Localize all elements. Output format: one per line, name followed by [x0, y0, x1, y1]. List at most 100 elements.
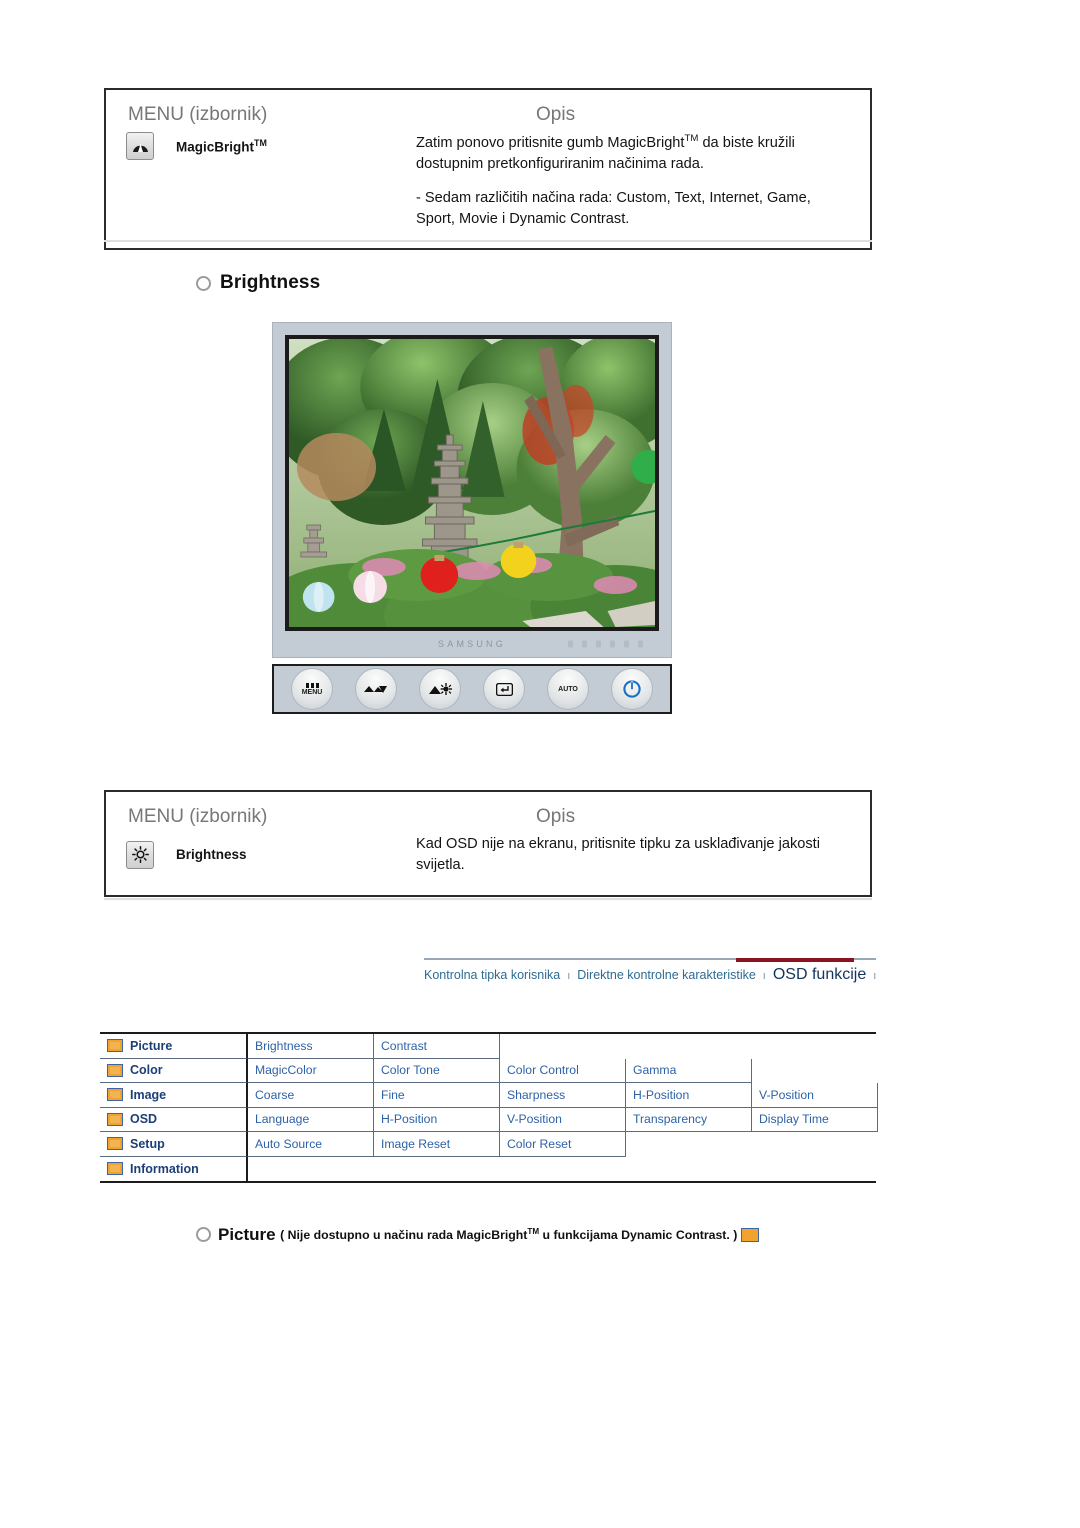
divider-rule-2 — [104, 898, 872, 900]
table-header-row: MENU (izbornik) Opis — [106, 90, 870, 132]
sun-icon — [126, 840, 154, 869]
image-icon — [107, 1088, 123, 1102]
osd-item[interactable]: Gamma — [626, 1058, 752, 1083]
table-row: OSD Language H-Position V-Position Trans… — [100, 1107, 878, 1132]
osd-item[interactable]: Display Time — [752, 1107, 878, 1132]
table-row: MagicBrightTM Zatim ponovo pritisnite gu… — [106, 132, 870, 248]
enter-button[interactable] — [483, 668, 525, 710]
power-icon — [623, 680, 641, 698]
osd-category-information[interactable]: Information — [100, 1156, 248, 1181]
osd-item[interactable]: Color Tone — [374, 1058, 500, 1083]
monitor-led-indicators — [568, 640, 643, 648]
brightness-label: Brightness — [176, 847, 247, 863]
section-title: Brightness — [220, 272, 321, 293]
osd-category-picture[interactable]: Picture — [100, 1034, 248, 1059]
table-row: Brightness Kad OSD nije na ekranu, priti… — [106, 834, 870, 895]
osd-item[interactable]: MagicColor — [248, 1058, 374, 1083]
picture-icon — [107, 1039, 123, 1053]
brightness-section-heading: Brightness — [196, 272, 320, 294]
osd-category-label: Color — [130, 1063, 163, 1078]
monitor-bezel: SAMSUNG — [272, 322, 672, 658]
enter-icon — [495, 682, 513, 696]
brightness-menu-table: MENU (izbornik) Opis Brightness Kad OSD … — [104, 790, 872, 898]
osd-category-label: Picture — [130, 1038, 173, 1053]
osd-item[interactable]: H-Position — [626, 1083, 752, 1108]
brightness-button[interactable] — [419, 668, 461, 710]
brightness-description: Kad OSD nije na ekranu, pritisnite tipku… — [416, 836, 820, 873]
osd-item[interactable]: Coarse — [248, 1083, 374, 1108]
osd-item[interactable]: Brightness — [248, 1034, 374, 1059]
picture-note-title: Picture — [218, 1225, 276, 1244]
bullet-icon — [196, 275, 211, 291]
osd-feature-table: Picture Brightness Contrast Color MagicC… — [100, 1032, 878, 1183]
osd-item[interactable]: H-Position — [374, 1107, 500, 1132]
osd-category-label: Image — [130, 1087, 167, 1102]
osd-empty-cell — [500, 1034, 876, 1059]
osd-item[interactable]: Contrast — [374, 1034, 500, 1059]
brightness-label-cell: Brightness — [106, 840, 416, 869]
osd-category-color[interactable]: Color — [100, 1058, 248, 1083]
monitor-brand-bar: SAMSUNG — [285, 631, 659, 657]
osd-category-osd[interactable]: OSD — [100, 1107, 248, 1132]
down-adjust-button[interactable] — [355, 668, 397, 710]
menu-column-header: MENU (izbornik) — [128, 104, 268, 125]
information-icon — [107, 1162, 123, 1176]
auto-button-label: AUTO — [558, 685, 578, 693]
osd-item[interactable]: Fine — [374, 1083, 500, 1108]
osd-item[interactable]: Language — [248, 1107, 374, 1132]
table-row: Image Coarse Fine Sharpness H-Position V… — [100, 1083, 878, 1108]
color-icon — [107, 1063, 123, 1077]
osd-category-label: OSD — [130, 1112, 158, 1127]
brightness-icon — [429, 682, 452, 695]
nav-separator: ı — [873, 970, 877, 982]
picture-note: Picture ( Nije dostupno u načinu rada Ma… — [196, 1222, 816, 1248]
samsung-logo: SAMSUNG — [438, 639, 506, 649]
nav-separator: ı — [567, 970, 571, 982]
nav-item-kontrolna-tipka-korisnika[interactable]: Kontrolna tipka korisnika — [424, 968, 560, 982]
table-header-row: MENU (izbornik) Opis — [106, 792, 870, 834]
osd-item[interactable]: Color Control — [500, 1058, 626, 1083]
magicbright-description-p1: Zatim ponovo pritisnite gumb MagicBright… — [416, 133, 795, 172]
breadcrumb-nav: Kontrolna tipka korisnika ı Direktne kon… — [424, 958, 876, 992]
table-row: Color MagicColor Color Tone Color Contro… — [100, 1058, 876, 1084]
osd-empty-cell — [752, 1059, 876, 1084]
osd-item[interactable]: V-Position — [500, 1107, 626, 1132]
menu-button[interactable]: MENU — [291, 668, 333, 710]
magicbright-description-p2: - Sedam različitih načina rada: Custom, … — [416, 190, 811, 228]
osd-icon — [107, 1112, 123, 1126]
setup-icon — [107, 1137, 123, 1151]
menu-button-label: MENU — [301, 688, 323, 696]
down-arrow-icon — [364, 685, 387, 693]
nav-item-direktne-kontrolne-karakteristike[interactable]: Direktne kontrolne karakteristike — [577, 968, 756, 982]
osd-category-image[interactable]: Image — [100, 1083, 248, 1108]
osd-item[interactable]: Transparency — [626, 1107, 752, 1132]
auto-button[interactable]: AUTO — [547, 668, 589, 710]
osd-category-setup[interactable]: Setup — [100, 1132, 248, 1157]
osd-item[interactable]: Image Reset — [374, 1132, 500, 1157]
osd-item[interactable]: Sharpness — [500, 1083, 626, 1108]
monitor-illustration: SAMSUNG MENU AUTO — [272, 322, 672, 714]
bullet-icon — [196, 1227, 211, 1243]
osd-item[interactable]: V-Position — [752, 1083, 878, 1108]
magicbright-description: Zatim ponovo pritisnite gumb MagicBright… — [416, 132, 870, 230]
osd-item[interactable]: Color Reset — [500, 1132, 626, 1157]
osd-item[interactable]: Auto Source — [248, 1132, 374, 1157]
picture-icon — [741, 1227, 760, 1242]
description-column-header: Opis — [536, 104, 576, 125]
monitor-screen — [285, 335, 659, 631]
osd-category-label: Information — [130, 1161, 199, 1176]
power-button[interactable] — [611, 668, 653, 710]
osd-category-label: Setup — [130, 1136, 165, 1151]
osd-empty-cell — [248, 1157, 876, 1182]
table-row: Information — [100, 1156, 876, 1182]
osd-empty-cell — [626, 1132, 876, 1157]
table-row: Picture Brightness Contrast — [100, 1034, 876, 1059]
magicbright-label: MagicBrightTM — [176, 137, 267, 155]
menu-column-header: MENU (izbornik) — [128, 806, 268, 827]
divider-rule-1 — [104, 240, 872, 242]
nav-separator: ı — [762, 970, 766, 982]
menu-bars-icon — [305, 682, 319, 688]
magicbright-label-cell: MagicBrightTM — [106, 132, 416, 160]
picture-note-text: ( Nije dostupno u načinu rada MagicBrigh… — [280, 1226, 738, 1242]
nav-item-osd-funkcije[interactable]: OSD funkcije — [773, 966, 866, 984]
